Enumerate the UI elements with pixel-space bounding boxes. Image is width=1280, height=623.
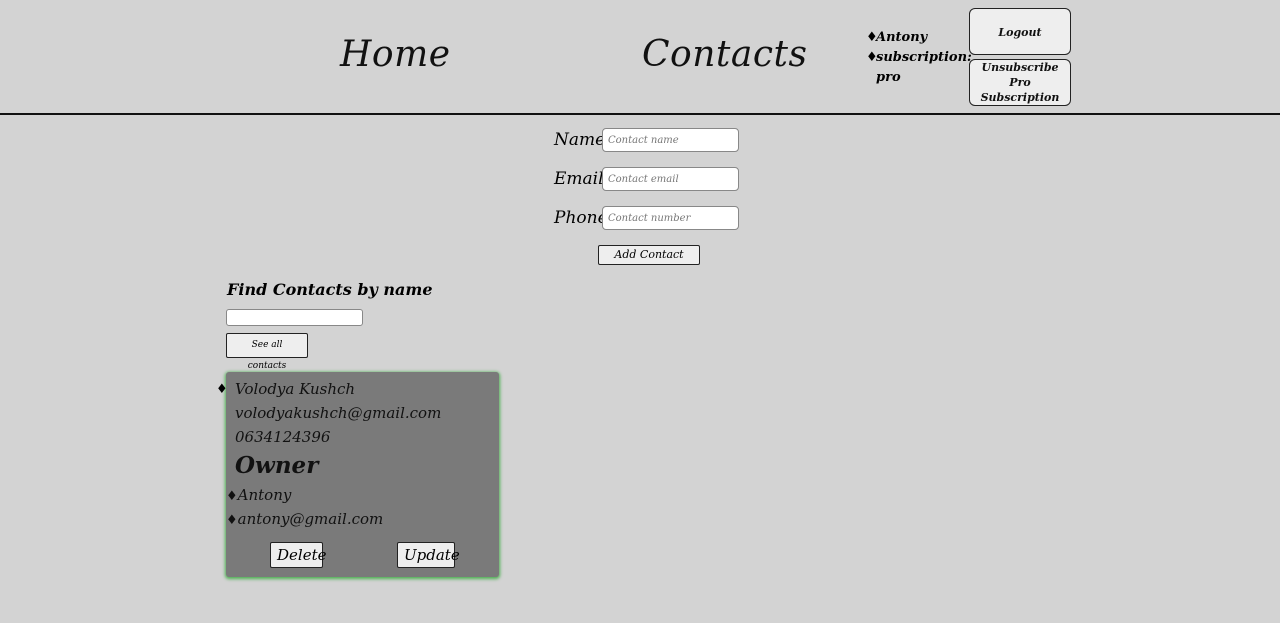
name-row: Name [554, 128, 739, 152]
subscription-label: subscription: [876, 50, 972, 65]
user-name: Antony [876, 30, 928, 45]
owner-email-row: ♦antony@gmail.com [226, 510, 383, 528]
contact-card: ♦ Volodya Kushch volodyakushch@gmail.com… [216, 372, 499, 577]
add-contact-button[interactable]: Add Contact [598, 245, 700, 265]
owner-name: Antony [237, 486, 292, 504]
logout-button[interactable]: Logout [969, 8, 1071, 55]
bullet-diamond-icon: ♦ [866, 30, 878, 45]
bullet-diamond-icon: ♦ [216, 382, 228, 397]
unsubscribe-button[interactable]: Unsubscribe Pro Subscription [969, 59, 1071, 106]
bullet-diamond-icon: ♦ [226, 489, 238, 504]
see-all-contacts-button[interactable]: See all contacts [226, 333, 308, 371]
name-label: Name [554, 130, 606, 150]
contact-phone: 0634124396 [235, 428, 331, 446]
bullet-diamond-icon: ♦ [866, 50, 878, 65]
delete-contact-button[interactable]: Delete [270, 542, 326, 568]
nav-contacts-link[interactable]: Contacts [642, 34, 807, 75]
contact-phone-input[interactable] [602, 206, 739, 230]
subscription-value: pro [876, 70, 901, 85]
owner-name-row: ♦Antony [226, 486, 291, 504]
owner-email: antony@gmail.com [237, 510, 384, 528]
email-label: Email [554, 169, 604, 189]
email-row: Email [554, 167, 739, 191]
phone-row: Phone [554, 206, 739, 230]
phone-label: Phone [554, 208, 608, 228]
update-contact-button[interactable]: Update [397, 542, 460, 568]
contact-email-input[interactable] [602, 167, 739, 191]
header-bar: Home Contacts ♦ Antony ♦ subscription: p… [0, 0, 1280, 115]
owner-heading: Owner [235, 452, 319, 479]
nav-home-link[interactable]: Home [340, 34, 451, 75]
bullet-diamond-icon: ♦ [226, 513, 238, 528]
find-contacts-title: Find Contacts by name [227, 280, 433, 299]
find-contacts-input[interactable] [226, 309, 363, 326]
user-info: ♦ Antony ♦ subscription: pro [866, 28, 972, 88]
contact-email: volodyakushch@gmail.com [235, 404, 442, 422]
contact-name: Volodya Kushch [235, 380, 356, 398]
contact-name-input[interactable] [602, 128, 739, 152]
